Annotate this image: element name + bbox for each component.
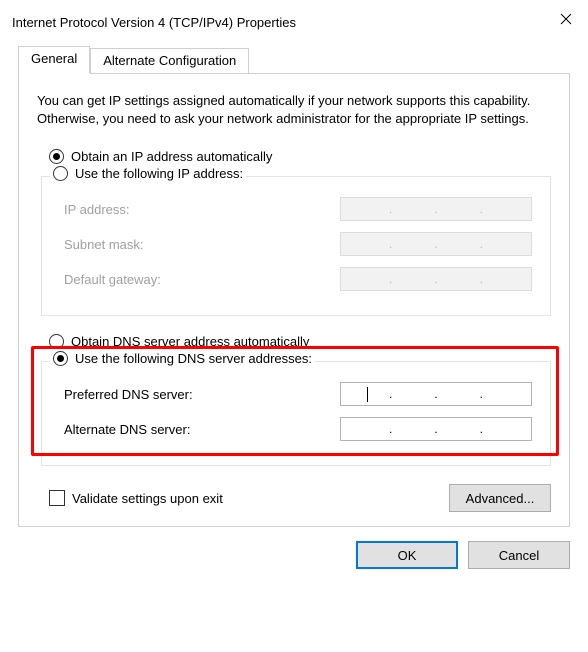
tab-panel-general: You can get IP settings assigned automat…	[18, 73, 570, 527]
label-preferred-dns: Preferred DNS server:	[64, 387, 193, 402]
intro-text: You can get IP settings assigned automat…	[37, 92, 551, 127]
label-default-gateway: Default gateway:	[64, 272, 161, 287]
close-button[interactable]	[546, 4, 586, 34]
checkbox-validate-row[interactable]: Validate settings upon exit	[49, 490, 223, 506]
input-default-gateway: ...	[340, 267, 532, 291]
advanced-button[interactable]: Advanced...	[449, 484, 551, 512]
client-area: General Alternate Configuration You can …	[0, 38, 588, 583]
label-ip-address: IP address:	[64, 202, 130, 217]
dialog-buttons: OK Cancel	[18, 541, 570, 569]
text-caret	[367, 387, 368, 402]
row-default-gateway: Default gateway: ...	[64, 266, 532, 292]
dns-manual-block: Use the following DNS server addresses: …	[37, 361, 551, 466]
input-ip-address: ...	[340, 197, 532, 221]
row-subnet-mask: Subnet mask: ...	[64, 231, 532, 257]
label-alternate-dns: Alternate DNS server:	[64, 422, 190, 437]
input-preferred-dns[interactable]: ...	[340, 382, 532, 406]
radio-ip-auto-row[interactable]: Obtain an IP address automatically	[49, 149, 551, 164]
cancel-button[interactable]: Cancel	[468, 541, 570, 569]
radio-dns-manual[interactable]	[53, 351, 68, 366]
radio-ip-auto[interactable]	[49, 149, 64, 164]
tab-strip: General Alternate Configuration	[18, 46, 570, 74]
radio-dns-auto-label: Obtain DNS server address automatically	[71, 334, 309, 349]
row-preferred-dns: Preferred DNS server: ...	[64, 381, 532, 407]
window-title: Internet Protocol Version 4 (TCP/IPv4) P…	[12, 15, 296, 30]
radio-ip-auto-label: Obtain an IP address automatically	[71, 149, 272, 164]
tab-alternate-configuration[interactable]: Alternate Configuration	[90, 48, 249, 74]
tab-general[interactable]: General	[18, 46, 90, 74]
checkbox-validate[interactable]	[49, 490, 65, 506]
row-alternate-dns: Alternate DNS server: ...	[64, 416, 532, 442]
ipv4-properties-dialog: Internet Protocol Version 4 (TCP/IPv4) P…	[0, 0, 588, 652]
bottom-row: Validate settings upon exit Advanced...	[49, 484, 551, 512]
group-ip-manual: Use the following IP address: IP address…	[41, 176, 551, 316]
radio-dns-auto[interactable]	[49, 334, 64, 349]
row-ip-address: IP address: ...	[64, 196, 532, 222]
radio-ip-manual[interactable]	[53, 166, 68, 181]
close-icon	[560, 13, 572, 25]
radio-ip-manual-label: Use the following IP address:	[75, 166, 243, 181]
group-dns-manual: Use the following DNS server addresses: …	[41, 361, 551, 466]
radio-ip-manual-row[interactable]: Use the following IP address:	[50, 166, 246, 181]
titlebar: Internet Protocol Version 4 (TCP/IPv4) P…	[0, 0, 588, 38]
label-subnet-mask: Subnet mask:	[64, 237, 144, 252]
ok-button[interactable]: OK	[356, 541, 458, 569]
radio-dns-manual-label: Use the following DNS server addresses:	[75, 351, 312, 366]
radio-dns-auto-row[interactable]: Obtain DNS server address automatically	[49, 334, 551, 349]
input-alternate-dns[interactable]: ...	[340, 417, 532, 441]
radio-dns-manual-row[interactable]: Use the following DNS server addresses:	[50, 351, 315, 366]
checkbox-validate-label: Validate settings upon exit	[72, 491, 223, 506]
input-subnet-mask: ...	[340, 232, 532, 256]
